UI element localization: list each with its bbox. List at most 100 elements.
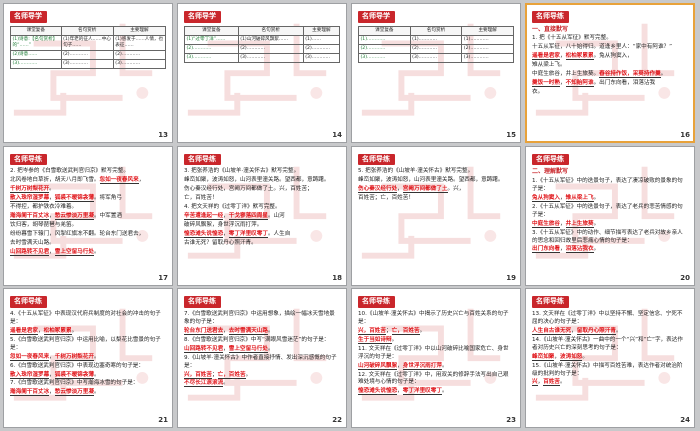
answer-text: 雪上空留马行处 — [54, 248, 94, 256]
slide-content: 名师导练 二、理解默写 1.《十五从军征》中的迭景句子，表达了凄凉破败的景象的句子是… — [532, 153, 688, 271]
table-cell: (1)诗意:【名句赏析】的“……” — [10, 34, 62, 51]
text-line: 亡，百姓苦！ — [184, 195, 340, 203]
line-text: 2.《十五从军征》中的迭景句子，表达了老兵的悲苦情感的句子是： — [532, 203, 683, 218]
answer-text: 兔从狗窦入 — [532, 194, 560, 202]
line-text: 。 — [267, 345, 274, 352]
line-text: 1. 把《十五从军征》默写完整。 — [532, 35, 612, 42]
line-text: 。 — [593, 246, 600, 253]
text-line: 不得控，都护铁衣冷难着。 — [10, 204, 166, 212]
line-text: 3.《十五从军征》中的动作、细节描写表达了老兵对故乡亲人的思念和回归故里后悲痛心… — [532, 229, 683, 244]
line-text: 。 — [441, 362, 448, 369]
line-text: 伤心秦汉经行处，宫阙万间都做了土。兴，百姓苦； — [184, 186, 313, 193]
answer-text: 不知贻阿谁 — [565, 80, 594, 88]
text-line: 12. 文天祥在《过零丁洋》中，用双关的修辞手法写出自己艰难处境与心情的句子是： — [358, 372, 514, 388]
line-text: 。人生自 — [267, 231, 291, 237]
line-text: 。 — [593, 220, 600, 227]
slide-thumbnail[interactable]: 名师导学 课堂复备 名句赏析 主要理解 (1)………… (1)………… (1)………… (2)… — [351, 3, 521, 143]
line-text: 峰峦如聚，波涛如怒，山河表里潼关路。望西都，意踌躇。 — [358, 177, 504, 184]
text-line: 7.《白雪歌送武判官归京》中写瀚海冰雪的句子是： — [10, 380, 166, 388]
slide-number: 23 — [506, 416, 516, 425]
line-text: 。山河 — [267, 213, 285, 220]
answer-text: 忽如一夜春风来 — [99, 177, 139, 185]
slide-thumbnail[interactable]: 名师导学 课堂复备 名句赏析 主要理解 (1)诗意:【名句赏析】的“……” (1)年老的征… — [3, 3, 173, 143]
table-row: (1)诗意:【名句赏析】的“……” (1)年老的征人……中心句子…… (1)感发于…… — [10, 34, 166, 51]
text-line: 山回路转不见君，雪上空留马行处。 — [184, 345, 340, 354]
table-cell: (2)诗意…… — [10, 49, 62, 60]
table-row: (1)“过零丁洋”…… (1)山河破碎风飘絮…… (1)…… — [184, 34, 340, 45]
table-cell: (2)………… — [409, 43, 463, 54]
table-row: (1)………… (1)………… (1)………… — [358, 34, 514, 45]
answer-text: 瀚海阑干百丈冰 — [10, 389, 50, 397]
answer-text: 遥看是君家 — [10, 327, 38, 335]
text-line: 辛苦遭逢起一经，干戈寥落四周星。山河 — [184, 213, 340, 221]
line-text: 11. 文天祥在《过零丁洋》中以山河破碎比喻国家危亡、身世浮沉的句子是： — [358, 345, 509, 360]
text-line: 忽如一夜春风来，千树万树梨花开。 — [10, 353, 166, 362]
line-text: 。 — [593, 194, 600, 201]
slide-tag: 名师导练 — [532, 296, 569, 308]
line-text: 亡，百姓苦！ — [184, 195, 218, 202]
table-cell: (2)………… — [461, 43, 514, 54]
slide-thumbnail[interactable]: 名师导练 13. 文天祥在《过零丁洋》中以坚持不懈、坚定信念、宁死不屈的决心的句子… — [525, 288, 695, 428]
text-line: 中庭生旅谷，井上生旅葵。舂谷持作饭，采葵持作羹。 — [532, 71, 688, 79]
slide-thumbnail[interactable]: 名师导练 10.《山坡羊·潼关怀古》中揭示了历史兴亡与百姓关系的句子是： 兴，百姓苦… — [351, 288, 521, 428]
line-text: ， — [559, 53, 566, 60]
slide-thumbnail[interactable]: 名师导练 二、理解默写 1.《十五从军征》中的迭景句子，表达了凄凉破败的景象的句子是… — [525, 145, 695, 286]
text-line: 山河破碎风飘絮，身世浮沉雨打萍。 — [358, 362, 514, 371]
line-text: 。 — [560, 379, 566, 386]
slide-thumbnail[interactable]: 名师导练 3. 把张养浩的《山坡羊·潼关怀古》默写完整。 峰峦如聚，波涛如怒，山河表… — [177, 145, 347, 286]
slide-thumbnail[interactable]: 名师导学 课堂复备 名句赏析 主要理解 (1)“过零丁洋”…… (1)山河破碎风飘絮……(… — [177, 3, 347, 143]
slide-thumbnail[interactable]: 名师导练 2. 把岑参的《白雪歌送武判官归京》默写完整。 北风卷地白草折，胡天八月即… — [3, 145, 173, 286]
answer-text: 宫阙万间都做了土 — [402, 186, 448, 194]
slide-tag: 名师导练 — [358, 153, 395, 166]
text-line: 8.《白雪歌送武判官归京》中写“满眼风雪迷茫”的句子是： — [184, 337, 340, 345]
line-text: ， — [49, 389, 55, 396]
answer-text: 遥看是君家 — [532, 53, 560, 61]
text-line: 羹饭一时熟，不知贻阿谁。出门东向看，泪落沾我 — [532, 80, 688, 88]
slide-content: 名师导练 2. 把岑参的《白雪歌送武判官归京》默写完整。 北风卷地白草折，胡天八月即… — [10, 153, 166, 271]
line-text: 。中军置酒 — [93, 213, 122, 220]
table-cell: (1)………… — [461, 34, 514, 45]
text-line: 纷纷暮雪下辕门，风掣红旗冻不翻。轮台东门送君去， — [10, 231, 166, 239]
line-text: 。 — [660, 71, 667, 78]
slide-thumbnail[interactable]: 名师导练 5. 把张养浩的《山坡羊·潼关怀古》默写完整。 峰峦如聚，波涛如怒，山河表… — [351, 145, 521, 286]
answer-text: 兴，百姓苦 — [358, 327, 386, 335]
text-line: 峰峦如聚，波涛如怒。 — [532, 353, 688, 362]
answer-text: 轮台东门送君去 — [184, 327, 224, 335]
table-cell: (3)………… — [184, 52, 239, 63]
answer-text: 不尽长江滚滚流 — [184, 380, 224, 388]
text-line: 千树万树梨花开。 — [10, 186, 166, 194]
answer-text: 干戈寥落四周星 — [228, 213, 268, 221]
answer-text: 出门东向看 — [532, 246, 560, 254]
text-line: 6.《白雪歌送武判官归京》中表现边塞奇寒的句子是： — [10, 363, 166, 371]
table-header: 主要理解 — [302, 25, 340, 36]
slide-content: 名师导学 课堂复备 名句赏析 主要理解 (1)………… (1)………… (1)………… (2)… — [358, 11, 514, 128]
line-text: 去时雪满天山路。 — [10, 239, 55, 246]
answer-text: 人生自古谁无死 — [532, 327, 572, 335]
line-text: 中庭生旅谷，井上生旅葵。 — [532, 71, 600, 78]
answer-text: 辛苦遭逢起一经 — [184, 213, 224, 221]
text-line: 散入珠帘湿罗幕，狐裘不暖锦衾薄。将军角弓 — [10, 195, 166, 203]
line-text: ， — [138, 177, 145, 184]
table-cell: (3)………… — [409, 52, 463, 63]
slide-thumbnail[interactable]: 名师导练 一、直接默写 1. 把《十五从军征》默写完整。 十五从军征，八十始得归。道逢… — [525, 3, 695, 143]
line-text: ， — [49, 353, 55, 360]
line-text: 。 — [615, 327, 622, 334]
answer-text: 羹饭一时熟 — [532, 80, 560, 88]
slide-thumbnail[interactable]: 名师导练 4.《十五从军征》中表现汉代府兵制度的对社会的冲击的句子是： 遥看是君家，… — [3, 288, 173, 428]
line-text: 峰峦如聚，波涛如怒，山河表里潼关路。望西都，意踌躇。 — [184, 177, 330, 184]
answer-text: 舂谷持作饭，采葵持作羹 — [599, 71, 661, 79]
line-text: 15.《山坡羊·潼关怀古》中描写百姓苦难，表达作者对统治阶级的批判的句子是： — [532, 362, 683, 377]
table-row: (2)………… (2)………… (2)………… — [358, 43, 514, 54]
line-text: 。 — [93, 389, 100, 396]
line-text: ； — [211, 371, 218, 378]
table-cell: (2)………… — [112, 49, 166, 60]
text-line: 惶恐滩头说惶恐，零丁洋里叹零丁。人生自 — [184, 231, 340, 239]
answer-text: 泪落沾我衣 — [565, 246, 594, 254]
answer-text: 零丁洋里叹零丁 — [402, 388, 442, 396]
slide-number: 17 — [158, 273, 168, 282]
table-cell: (3)………… — [461, 52, 514, 63]
line-text: 5.《白雪歌送武判官归京》中运用比喻，以梨花比雪景的句子是： — [10, 336, 161, 351]
slide-thumbnail[interactable]: 名师导练 7.《白雪歌送武判官归京》中运用想象，描绘一幅冰天雪地景象的句子是： 轮台… — [177, 288, 347, 428]
answer-text: 百姓苦 — [543, 379, 561, 387]
slide-number: 22 — [332, 416, 342, 425]
